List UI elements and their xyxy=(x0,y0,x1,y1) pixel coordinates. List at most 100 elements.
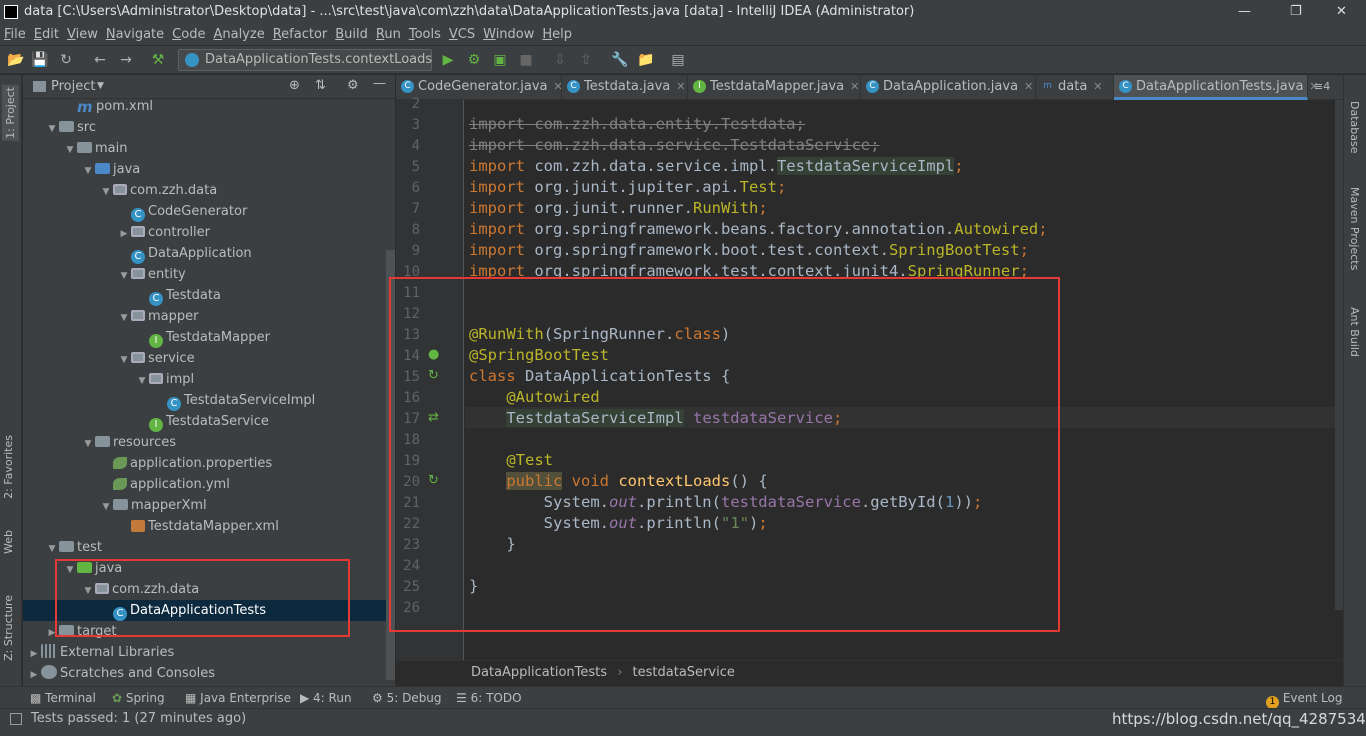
tree-item[interactable]: ▼ service xyxy=(23,348,387,369)
chevron-down-icon[interactable]: ▼ xyxy=(45,539,59,560)
chevron-down-icon[interactable]: ▼ xyxy=(99,182,113,203)
tree-item[interactable]: ▼ mapperXml xyxy=(23,495,387,516)
tree-item[interactable]: C DataApplication xyxy=(23,243,387,264)
tree-item[interactable]: I TestdataService xyxy=(23,411,387,432)
run-icon[interactable]: ▶ xyxy=(438,50,458,70)
chevron-down-icon[interactable]: ▼ xyxy=(117,308,131,329)
tool-tab-favorites[interactable]: 2: Favorites xyxy=(2,435,15,499)
tree-item[interactable]: application.yml xyxy=(23,474,387,495)
restore-icon[interactable]: ❐ xyxy=(1290,0,1302,24)
editor-tab[interactable]: C DataApplication.java ✕ xyxy=(861,75,1036,100)
open-folder-icon[interactable]: 📂 xyxy=(6,50,26,70)
tree-item[interactable]: ▼ mapper xyxy=(23,306,387,327)
chevron-right-icon[interactable]: ▶ xyxy=(27,665,41,686)
editor-tab[interactable]: I TestdataMapper.java ✕ xyxy=(688,75,861,100)
tree-item[interactable]: ▼ src xyxy=(23,117,387,138)
chevron-down-icon[interactable]: ▼ xyxy=(97,81,104,91)
forward-icon[interactable]: → xyxy=(116,50,136,70)
tree-item[interactable]: application.properties xyxy=(23,453,387,474)
tool-tab-structure[interactable]: Z: Structure xyxy=(2,595,15,661)
chevron-down-icon[interactable]: ▼ xyxy=(81,161,95,182)
menu-item-refactor[interactable]: Refactor xyxy=(269,24,332,46)
menu-item-file[interactable]: File xyxy=(0,24,30,46)
tree-item[interactable]: ▶ controller xyxy=(23,222,387,243)
run-config-select[interactable]: DataApplicationTests.contextLoads ▼ xyxy=(178,49,432,85)
coverage-icon[interactable]: ▣ xyxy=(490,50,510,70)
tree-item[interactable]: ▼ com.zzh.data xyxy=(23,180,387,201)
menu-item-run[interactable]: Run xyxy=(372,24,405,46)
debug-icon[interactable]: ⚙ xyxy=(464,50,484,70)
tree-item[interactable]: ▼ entity xyxy=(23,264,387,285)
editor-scrollbar[interactable] xyxy=(1335,100,1343,610)
editor-tab[interactable]: C CodeGenerator.java ✕ xyxy=(396,75,563,100)
menu-item-window[interactable]: Window xyxy=(479,24,538,46)
tree-item[interactable]: ▼ main xyxy=(23,138,387,159)
close-icon[interactable]: ✕ xyxy=(850,80,859,93)
tree-item[interactable]: C TestdataServiceImpl xyxy=(23,390,387,411)
sync-icon[interactable]: ↻ xyxy=(56,50,76,70)
close-icon[interactable]: ✕ xyxy=(1093,80,1102,93)
vcs-commit-icon[interactable]: ⇧ xyxy=(576,50,596,70)
menu-item-navigate[interactable]: Navigate xyxy=(102,24,168,46)
hide-panel-icon[interactable]: — xyxy=(373,76,386,91)
collapse-all-icon[interactable]: ⇅ xyxy=(315,78,326,93)
vcs-update-icon[interactable]: ⇩ xyxy=(550,50,570,70)
locate-icon[interactable]: ⊕ xyxy=(289,78,300,93)
menu-item-vcs[interactable]: VCS xyxy=(445,24,479,46)
tree-item[interactable]: ▼ test xyxy=(23,537,387,558)
tree-item[interactable]: ▶ External Libraries xyxy=(23,642,387,663)
tool-tab-java-enterprise[interactable]: ▦ Java Enterprise xyxy=(185,687,291,709)
tree-item[interactable]: ▼ java xyxy=(23,159,387,180)
menu-item-view[interactable]: View xyxy=(63,24,102,46)
tool-tab-todo[interactable]: ☰ 6: TODO xyxy=(456,687,522,709)
tree-item[interactable]: C CodeGenerator xyxy=(23,201,387,222)
tree-item[interactable]: I TestdataMapper xyxy=(23,327,387,348)
chevron-right-icon[interactable]: ▶ xyxy=(117,224,131,245)
event-log-button[interactable]: 1 Event Log xyxy=(1266,687,1342,709)
tree-item[interactable]: m pom.xml xyxy=(23,99,387,117)
save-icon[interactable]: 💾 xyxy=(30,50,50,70)
tree-item[interactable]: TestdataMapper.xml xyxy=(23,516,387,537)
chevron-down-icon[interactable]: ▼ xyxy=(117,266,131,287)
chevron-down-icon[interactable]: ▼ xyxy=(135,371,149,392)
editor-tab[interactable]: C DataApplicationTests.java ✕ xyxy=(1114,75,1319,100)
chevron-down-icon[interactable]: ▼ xyxy=(81,434,95,455)
tree-item[interactable]: ▼ resources xyxy=(23,432,387,453)
close-icon[interactable]: ✕ xyxy=(676,80,685,93)
tool-tab-maven[interactable]: Maven Projects xyxy=(1348,187,1361,270)
chevron-down-icon[interactable]: ▼ xyxy=(45,119,59,140)
project-structure-icon[interactable]: 📁 xyxy=(636,50,656,70)
minimize-icon[interactable]: — xyxy=(1238,0,1251,24)
chevron-right-icon[interactable]: ▶ xyxy=(27,644,41,665)
tool-tab-project[interactable]: 1: Project xyxy=(2,85,19,141)
gear-icon[interactable]: ⚙ xyxy=(347,78,359,93)
project-view-select[interactable]: Project xyxy=(51,75,95,99)
tool-tab-web[interactable]: Web xyxy=(2,530,15,554)
tool-tab-terminal[interactable]: ▩ Terminal xyxy=(30,687,96,709)
build-hammer-icon[interactable]: ⚒ xyxy=(148,50,168,70)
sdk-icon[interactable]: ▤ xyxy=(668,50,688,70)
tool-tab-debug[interactable]: ⚙ 5: Debug xyxy=(372,687,442,709)
tree-item[interactable]: ▼ impl xyxy=(23,369,387,390)
back-icon[interactable]: ← xyxy=(90,50,110,70)
stop-icon[interactable]: ■ xyxy=(516,50,536,70)
tree-item[interactable]: C Testdata xyxy=(23,285,387,306)
menu-item-build[interactable]: Build xyxy=(331,24,372,46)
breadcrumb-field[interactable]: testdataService xyxy=(633,665,735,680)
menu-item-help[interactable]: Help xyxy=(538,24,576,46)
close-icon[interactable]: ✕ xyxy=(1024,80,1033,93)
chevron-down-icon[interactable]: ▼ xyxy=(117,350,131,371)
chevron-down-icon[interactable]: ▼ xyxy=(63,140,77,161)
tool-tab-database[interactable]: Database xyxy=(1348,101,1361,154)
menu-item-code[interactable]: Code xyxy=(168,24,209,46)
tree-item[interactable]: ▶ Scratches and Consoles xyxy=(23,663,387,684)
menu-item-tools[interactable]: Tools xyxy=(405,24,445,46)
editor-tab[interactable]: m data ✕ xyxy=(1036,75,1114,100)
close-icon[interactable]: ✕ xyxy=(1336,0,1347,24)
tool-tab-spring[interactable]: ✿ Spring xyxy=(112,687,165,709)
tool-tab-run[interactable]: ▶ 4: Run xyxy=(300,687,352,709)
chevron-down-icon[interactable]: ▼ xyxy=(99,497,113,518)
menu-item-edit[interactable]: Edit xyxy=(30,24,63,46)
settings-wrench-icon[interactable]: 🔧 xyxy=(610,50,630,70)
tab-overflow-button[interactable]: ≡4 xyxy=(1314,80,1330,93)
